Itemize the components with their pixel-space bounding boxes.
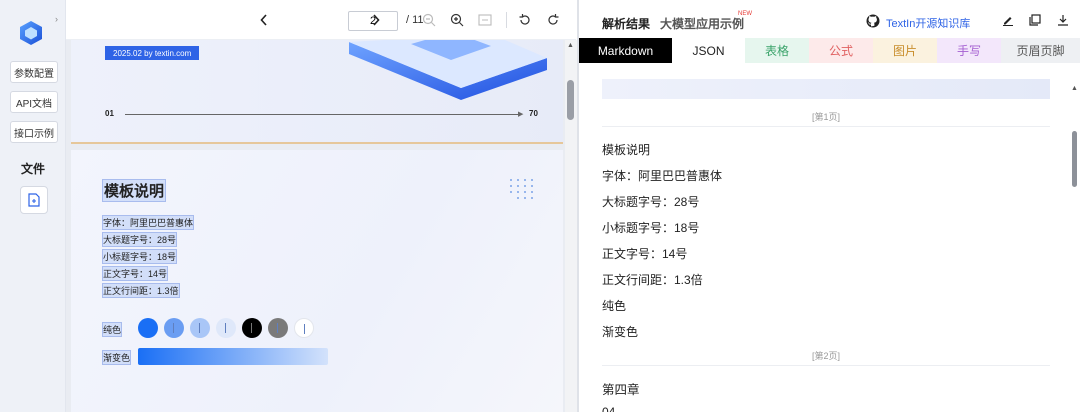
color-swatch <box>190 318 210 338</box>
rotate-right-button[interactable] <box>544 10 562 30</box>
result-title: 解析结果 <box>602 17 651 31</box>
tab-handwriting[interactable]: 手写 <box>937 38 1001 63</box>
tab-formula[interactable]: 公式 <box>809 38 873 63</box>
document-file-icon <box>28 193 40 207</box>
rotate-left-button[interactable] <box>516 10 534 30</box>
cover-image-preview <box>602 79 1050 99</box>
markdown-result[interactable]: [第1页] 模板说明 字体：阿里巴巴普惠体 大标题字号：28号 小标题字号：18… <box>579 63 1080 412</box>
tab-image[interactable]: 图片 <box>873 38 937 63</box>
document-page-2: 模板说明 字体：阿里巴巴普惠体 大标题字号：28号 小标题字号：18号 正文字号… <box>71 150 563 412</box>
color-swatch <box>216 318 236 338</box>
page-marker-2: [第2页] <box>602 349 1050 366</box>
zoom-out-button[interactable] <box>420 10 438 30</box>
document-page-1: 2025.02 by textin.com 01 ▶ 70 <box>71 40 563 144</box>
color-swatch <box>294 318 314 338</box>
template-line-4: 正文字号：14号 <box>101 266 169 281</box>
new-badge: NEW <box>738 11 752 17</box>
file-item-button[interactable] <box>20 186 48 214</box>
fit-page-button[interactable] <box>476 10 494 30</box>
tab-label: 页眉页脚 <box>1016 44 1065 58</box>
cover-date-tag: 2025.02 by textin.com <box>105 46 200 60</box>
result-panel: 解析结果 大模型应用示例 NEW TextIn开源知识库 Markdown JS… <box>579 0 1080 412</box>
result-scrollbar[interactable]: ▲ <box>1069 63 1080 412</box>
zoom-in-icon <box>450 13 464 27</box>
tab-label: 表格 <box>764 44 789 58</box>
next-page-button[interactable] <box>368 10 384 30</box>
result-line: 大标题字号：28号 <box>602 195 700 209</box>
dot-grid-decoration <box>510 179 533 199</box>
cover-axis-line <box>125 114 520 115</box>
rotate-right-icon <box>548 14 559 25</box>
result-line: 第四章 <box>602 383 640 397</box>
scroll-up-icon[interactable]: ▲ <box>1071 85 1078 92</box>
result-line: 正文行间距：1.3倍 <box>602 273 703 287</box>
tab-table[interactable]: 表格 <box>745 38 809 63</box>
template-line-1: 字体：阿里巴巴普惠体 <box>101 215 195 230</box>
app-window: › 参数配置 API文档 接口示例 文件 / 11 <box>0 0 1080 412</box>
template-line-2: 大标题字号：28号 <box>101 232 178 247</box>
tab-label: Markdown <box>597 43 654 58</box>
axis-arrow-icon: ▶ <box>518 111 524 118</box>
cover-3d-illustration <box>349 40 547 100</box>
color-swatch <box>242 318 262 338</box>
color-swatch <box>138 318 158 338</box>
solid-color-label: 纯色 <box>101 322 123 337</box>
api-docs-button[interactable]: API文档 <box>10 91 58 113</box>
page-marker-1: [第1页] <box>602 110 1050 127</box>
result-scroll-thumb[interactable] <box>1072 131 1077 187</box>
chevron-left-icon <box>260 14 267 26</box>
tab-label: JSON <box>692 43 725 58</box>
tab-json[interactable]: JSON <box>672 38 745 63</box>
document-viewer[interactable]: 2025.02 by textin.com 01 ▶ 70 模板说明 字体：阿里… <box>66 40 576 412</box>
tab-label: 公式 <box>828 44 853 58</box>
gradient-bar <box>138 348 328 365</box>
param-config-button[interactable]: 参数配置 <box>10 61 58 83</box>
tab-label: 图片 <box>892 44 917 58</box>
copy-icon[interactable] <box>1029 14 1041 26</box>
gradient-label: 渐变色 <box>101 350 132 365</box>
left-rail: › 参数配置 API文档 接口示例 文件 <box>0 0 66 412</box>
template-line-3: 小标题字号：18号 <box>101 249 178 264</box>
edit-icon[interactable] <box>1002 14 1014 26</box>
chevron-right-icon <box>373 14 380 26</box>
textin-logo-icon[interactable] <box>17 19 45 47</box>
axis-start-label: 01 <box>105 109 114 118</box>
fit-page-icon <box>478 14 492 26</box>
color-swatch <box>164 318 184 338</box>
api-example-button[interactable]: 接口示例 <box>10 121 58 143</box>
zoom-in-button[interactable] <box>448 10 466 30</box>
files-label: 文件 <box>20 162 45 176</box>
open-source-kb-link[interactable]: TextIn开源知识库 <box>886 15 970 31</box>
toolbar-divider <box>504 10 508 30</box>
axis-end-label: 70 <box>529 109 538 118</box>
tab-markdown[interactable]: Markdown <box>579 38 672 63</box>
github-icon[interactable] <box>866 14 880 28</box>
result-line: 渐变色 <box>602 325 639 339</box>
result-line: 正文字号：14号 <box>602 247 688 261</box>
result-tabs: Markdown JSON 表格 公式 图片 手写 页眉页脚 <box>579 38 1080 63</box>
scroll-up-icon[interactable]: ▲ <box>567 42 574 49</box>
tab-label: 手写 <box>956 44 981 58</box>
result-header: 解析结果 大模型应用示例 NEW TextIn开源知识库 <box>579 0 1080 40</box>
document-scrollbar[interactable]: ▲ <box>565 40 577 412</box>
result-line: 模板说明 <box>602 143 651 157</box>
document-scroll-thumb[interactable] <box>567 80 574 120</box>
color-swatches <box>138 318 314 340</box>
template-title: 模板说明 <box>101 179 167 202</box>
download-icon[interactable] <box>1057 14 1069 26</box>
llm-examples-link[interactable]: 大模型应用示例 <box>660 15 744 32</box>
prev-page-button[interactable] <box>256 10 272 30</box>
result-line: 04 <box>602 405 616 412</box>
result-line: 纯色 <box>602 299 627 313</box>
color-swatch <box>268 318 288 338</box>
template-line-5: 正文行间距：1.3倍 <box>102 283 180 298</box>
result-line: 小标题字号：18号 <box>602 221 700 235</box>
document-toolbar: / 11 <box>66 0 576 40</box>
tab-header-footer[interactable]: 页眉页脚 <box>1001 38 1080 63</box>
rotate-left-icon <box>519 14 530 25</box>
expand-rail-icon[interactable]: › <box>55 14 58 24</box>
zoom-out-icon <box>422 13 436 27</box>
result-line: 字体：阿里巴巴普惠体 <box>602 169 723 183</box>
